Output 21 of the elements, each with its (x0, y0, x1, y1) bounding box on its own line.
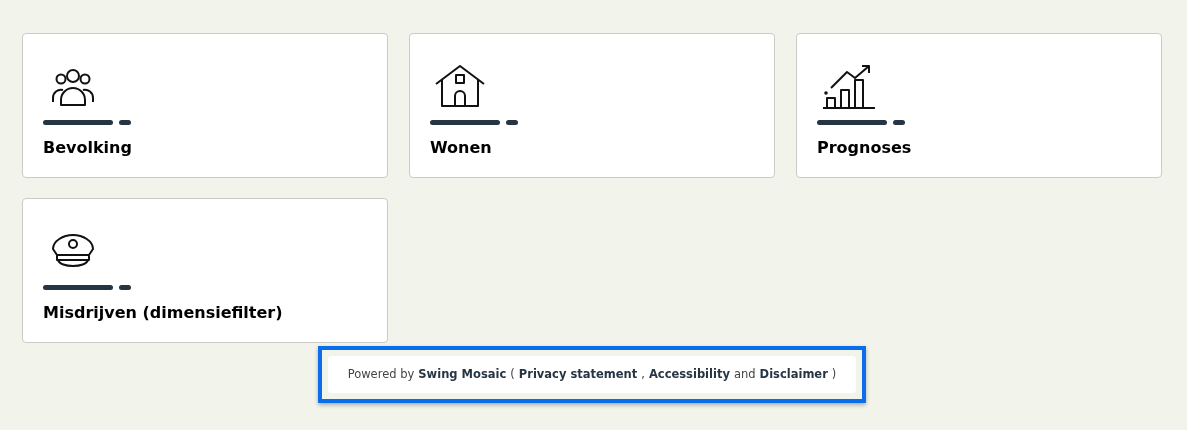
footer-text: ( (510, 366, 515, 383)
footer-text: and (733, 366, 756, 383)
footer-text: Powered by (347, 366, 415, 383)
tile-title: Prognoses (817, 137, 913, 159)
accent-bar (430, 120, 500, 125)
brand-link[interactable]: Swing Mosaic (418, 366, 507, 384)
accent-bar (817, 120, 887, 125)
accent-bar (43, 285, 113, 290)
tile-card[interactable]: Misdrijven (dimensiefilter) (22, 198, 388, 343)
tile-title: Bevolking (43, 137, 133, 159)
tile-title: Wonen (430, 137, 493, 159)
tile-title: Misdrijven (dimensiefilter) (43, 302, 284, 324)
footer-link[interactable]: Disclaimer (759, 366, 828, 384)
footer-text: , (641, 366, 645, 383)
footer-link[interactable]: Privacy statement (518, 366, 638, 384)
footer-text: ) (831, 366, 837, 383)
tile-card[interactable]: Prognoses (796, 33, 1162, 178)
accent-bar (43, 120, 113, 125)
tile-card[interactable]: Wonen (409, 33, 775, 178)
tile-card[interactable]: Bevolking (22, 33, 388, 178)
footer-link[interactable]: Accessibility (648, 366, 730, 384)
